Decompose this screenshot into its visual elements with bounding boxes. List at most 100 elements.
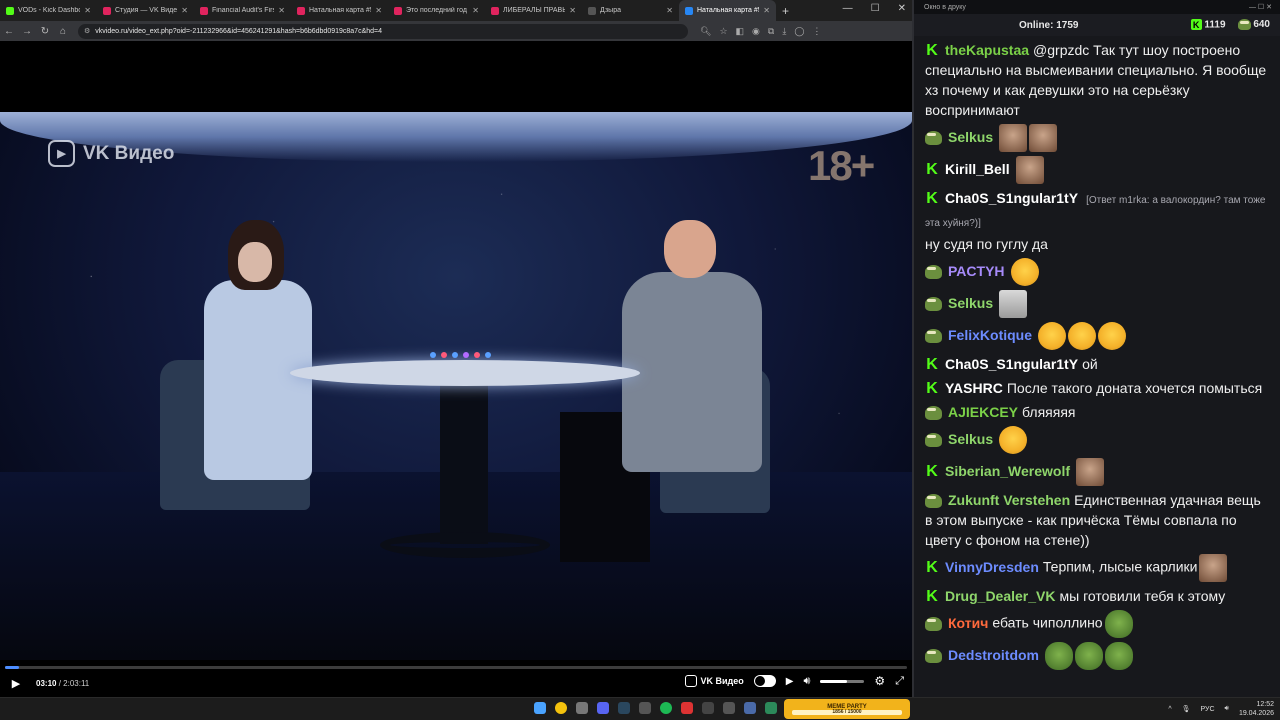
download-icon[interactable]: ⤓ (782, 26, 786, 37)
reload-icon[interactable]: ↻ (36, 26, 54, 37)
extension-icon[interactable]: ◧ (736, 26, 745, 37)
volume-icon[interactable]: 🔊︎ (803, 675, 810, 688)
chat-username[interactable]: Zukunft Verstehen (948, 492, 1070, 508)
clock[interactable]: 12:52 19.04.2026 (1239, 700, 1274, 718)
mic-icon[interactable]: 🎙︎ (1182, 705, 1191, 713)
chat-username[interactable]: FelixKotique (948, 327, 1032, 343)
laugh-emote-icon (1098, 322, 1127, 350)
chat-username[interactable]: YASHRC (945, 380, 1003, 396)
frog-badge-icon (925, 617, 942, 631)
tab-close-icon[interactable]: ✕ (375, 6, 382, 15)
app-icon[interactable] (681, 702, 693, 714)
chat-username[interactable]: VinnyDresden (945, 559, 1039, 575)
browser-tab[interactable]: VODs - Kick Dashboard✕ (0, 0, 97, 21)
autoplay-toggle[interactable] (753, 675, 776, 687)
tab-close-icon[interactable]: ✕ (763, 6, 770, 15)
minimize-icon[interactable]: — (843, 3, 853, 14)
chat-message: K YASHRC После такого доната хочется помыт… (925, 378, 1272, 398)
frog-icon (1237, 19, 1251, 31)
back-icon[interactable]: ← (0, 26, 18, 37)
forward-icon[interactable]: → (18, 26, 36, 37)
chat-username[interactable]: theKapustaa (945, 42, 1029, 58)
zoom-icon[interactable]: 🔍︎ (700, 26, 711, 37)
chat-stats-bar: Online: 1759 K 1119 640 (914, 14, 1280, 36)
chat-message: Selkus (925, 426, 1272, 454)
chat-username[interactable]: Selkus (948, 295, 993, 311)
chat-message-text: ебать чиполлино (992, 614, 1103, 631)
browser-tab[interactable]: Натальная карта #58 / ✕ (291, 0, 388, 21)
video-player[interactable]: ▶ VK Видео 18+ (0, 112, 912, 660)
vk-logo-icon (684, 675, 697, 687)
tab-close-icon[interactable]: ✕ (569, 6, 576, 15)
chat-username[interactable]: Kirill_Bell (945, 161, 1010, 177)
speaker-icon[interactable]: 🔊︎ (1225, 705, 1229, 713)
meme-party-widget[interactable]: MEME PARTY 1856 / 15000 (784, 699, 910, 719)
app-icon[interactable] (702, 702, 714, 714)
menu-icon[interactable]: ⋮ (812, 26, 821, 37)
browser-tab[interactable]: Это последний год Пу ✕ (388, 0, 485, 21)
tab-close-icon[interactable]: ✕ (472, 6, 479, 15)
chat-username[interactable]: PACTYH (948, 263, 1005, 279)
chrome-icon[interactable] (555, 702, 567, 714)
progress-bar[interactable] (5, 666, 907, 669)
folder-icon[interactable] (576, 702, 588, 714)
extension-icon[interactable]: ◉ (752, 26, 760, 37)
chat-message: Selkus (925, 124, 1272, 152)
steam-icon[interactable] (618, 702, 630, 714)
window-controls-icon[interactable]: — ☐ ✕ (1249, 3, 1272, 11)
chat-message-text: Терпим, лысые карлики (1042, 558, 1198, 575)
app-icon[interactable] (639, 702, 651, 714)
start-icon[interactable] (534, 702, 546, 714)
volume-slider[interactable] (820, 679, 865, 683)
chat-username[interactable]: Selkus (948, 431, 993, 447)
spotify-icon[interactable] (660, 702, 672, 714)
chat-username[interactable]: Котич (948, 615, 988, 631)
maximize-icon[interactable]: ☐ (871, 3, 880, 14)
app-icon[interactable] (744, 702, 756, 714)
browser-tab[interactable]: Дзыра ✕ (582, 0, 679, 21)
chat-username[interactable]: Dedstroitdom (948, 647, 1039, 663)
chat-username[interactable]: Siberian_Werewolf (945, 463, 1070, 479)
bookmark-star-icon[interactable]: ☆ (719, 26, 727, 37)
url-bar[interactable]: ⚙ vkvideo.ru/video_ext.php?oid=-21123296… (78, 23, 688, 39)
chat-username[interactable]: Selkus (948, 129, 993, 145)
new-tab-icon[interactable]: + (776, 4, 795, 18)
kick-badge-icon: K (926, 42, 938, 60)
tab-close-icon[interactable]: ✕ (84, 6, 91, 15)
tab-close-icon[interactable]: ✕ (278, 6, 285, 15)
tab-favicon-icon (6, 6, 14, 15)
site-info-icon[interactable]: ⚙ (84, 27, 90, 35)
url-text: vkvideo.ru/video_ext.php?oid=-211232966&… (95, 27, 383, 35)
browser-tab[interactable]: Financial Audit's First I ✕ (194, 0, 291, 21)
chat-username[interactable]: Cha0S_S1ngular1tY (945, 356, 1078, 372)
chat-username[interactable]: Drug_Dealer_VK (945, 588, 1056, 604)
chat-message: PACTYH (925, 258, 1272, 286)
time-display: 03:10 / 2:03:11 (36, 678, 90, 688)
fullscreen-icon[interactable]: ⤢ (895, 675, 904, 688)
app-icon[interactable] (765, 702, 777, 714)
app-icon[interactable] (723, 702, 735, 714)
language-indicator[interactable]: РУС (1201, 706, 1215, 713)
browser-tab[interactable]: Натальная карта #58 / ✕ (679, 0, 776, 21)
close-icon[interactable]: ✕ (898, 3, 906, 14)
chat-message: Selkus (925, 290, 1272, 318)
tab-close-icon[interactable]: ✕ (181, 6, 188, 15)
browser-tab[interactable]: Студия — VK Видео Li✕ (97, 0, 194, 21)
browser-tab[interactable]: ЛИБЕРАЛЫ ПРАВЫ В ✕ (485, 0, 582, 21)
frog-viewers: 640 (1237, 19, 1270, 31)
tab-close-icon[interactable]: ✕ (666, 6, 673, 15)
chat-username[interactable]: AJIEKCEY (948, 404, 1018, 420)
discord-icon[interactable] (597, 702, 609, 714)
vk-video-link[interactable]: VK Видео (684, 675, 744, 687)
chat-username[interactable]: Cha0S_S1ngular1tY (945, 190, 1078, 206)
tab-title: VODs - Kick Dashboard (18, 7, 81, 14)
tray-arrow-icon[interactable]: ^ (1168, 706, 1171, 713)
profile-icon[interactable]: ◯ (794, 26, 804, 37)
chat-message: K Drug_Dealer_VK мы готовили тебя к этому (925, 586, 1272, 606)
settings-gear-icon[interactable]: ⚙ (874, 674, 885, 688)
play-icon[interactable]: ▶ (10, 677, 22, 690)
puzzle-icon[interactable]: ⧉ (768, 26, 774, 37)
play-next-icon[interactable]: ▶ (786, 676, 794, 687)
home-icon[interactable]: ⌂ (54, 26, 72, 37)
time-total: 2:03:11 (63, 678, 90, 688)
